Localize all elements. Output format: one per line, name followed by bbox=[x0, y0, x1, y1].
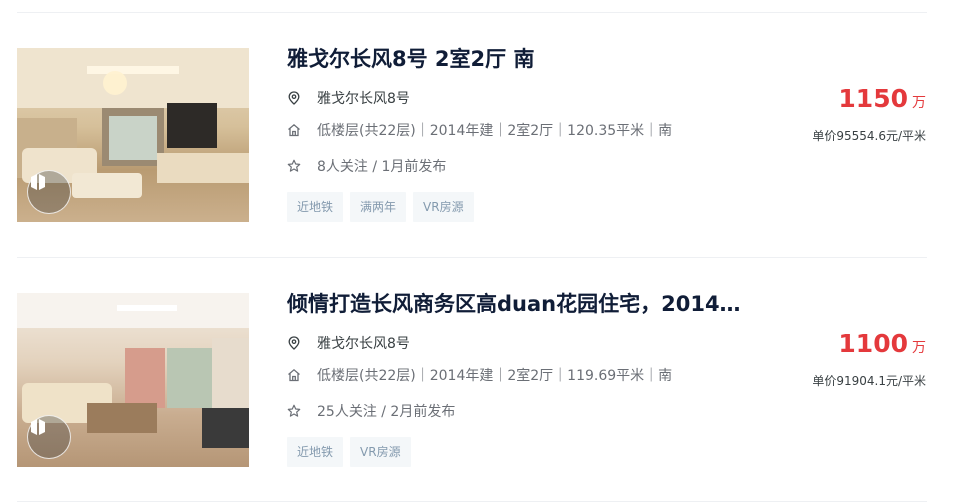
unit-price: 单价95554.6元/平米 bbox=[812, 129, 926, 143]
follow-info-text: 25人关注 / 2月前发布 bbox=[317, 404, 456, 420]
top-divider bbox=[17, 12, 927, 13]
vr-badge-icon bbox=[27, 415, 71, 459]
listing-photo[interactable] bbox=[17, 293, 249, 467]
total-price-value: 1100 bbox=[838, 329, 908, 358]
follow-info-text: 8人关注 / 1月前发布 bbox=[317, 159, 447, 175]
total-price: 1150 万 bbox=[838, 84, 926, 113]
listing-card[interactable]: 倾情打造长风商务区高duan花园住宅，2014… 雅戈尔长风8号 低楼层(共22… bbox=[0, 290, 961, 468]
listing-divider bbox=[17, 257, 927, 258]
tag-two-years: 满两年 bbox=[350, 192, 407, 222]
community-row: 雅戈尔长风8号 bbox=[287, 88, 410, 108]
house-info-row: 低楼层(共22层)｜2014年建｜2室2厅｜119.69平米｜南 bbox=[287, 365, 672, 385]
community-link[interactable]: 雅戈尔长风8号 bbox=[317, 88, 410, 108]
tag-vr: VR房源 bbox=[413, 192, 474, 222]
star-icon bbox=[287, 404, 301, 418]
community-link[interactable]: 雅戈尔长风8号 bbox=[317, 333, 410, 353]
total-price-unit: 万 bbox=[912, 340, 926, 356]
listing-title[interactable]: 倾情打造长风商务区高duan花园住宅，2014… bbox=[287, 290, 767, 318]
house-info-text: 低楼层(共22层)｜2014年建｜2室2厅｜119.69平米｜南 bbox=[317, 368, 673, 384]
community-row: 雅戈尔长风8号 bbox=[287, 333, 410, 353]
house-icon bbox=[287, 368, 301, 382]
location-pin-icon bbox=[287, 91, 301, 105]
total-price-unit: 万 bbox=[912, 95, 926, 111]
vr-badge-icon bbox=[27, 170, 71, 214]
location-pin-icon bbox=[287, 336, 301, 350]
unit-price: 单价91904.1元/平米 bbox=[812, 374, 926, 388]
tag-list: 近地铁 VR房源 bbox=[287, 437, 418, 467]
star-icon bbox=[287, 159, 301, 173]
total-price-value: 1150 bbox=[838, 84, 908, 113]
tag-near-subway: 近地铁 bbox=[287, 437, 344, 467]
listing-photo[interactable] bbox=[17, 48, 249, 222]
follow-info-row: 25人关注 / 2月前发布 bbox=[287, 401, 455, 421]
tag-near-subway: 近地铁 bbox=[287, 192, 344, 222]
house-info-text: 低楼层(共22层)｜2014年建｜2室2厅｜120.35平米｜南 bbox=[317, 123, 673, 139]
listing-title[interactable]: 雅戈尔长风8号 2室2厅 南 bbox=[287, 45, 767, 73]
tag-list: 近地铁 满两年 VR房源 bbox=[287, 192, 481, 222]
house-icon bbox=[287, 123, 301, 137]
follow-info-row: 8人关注 / 1月前发布 bbox=[287, 156, 446, 176]
listing-card[interactable]: 雅戈尔长风8号 2室2厅 南 雅戈尔长风8号 低楼层(共22层)｜2014年建｜… bbox=[0, 45, 961, 223]
house-info-row: 低楼层(共22层)｜2014年建｜2室2厅｜120.35平米｜南 bbox=[287, 120, 672, 140]
total-price: 1100 万 bbox=[838, 329, 926, 358]
tag-vr: VR房源 bbox=[350, 437, 411, 467]
bottom-divider bbox=[17, 501, 927, 502]
